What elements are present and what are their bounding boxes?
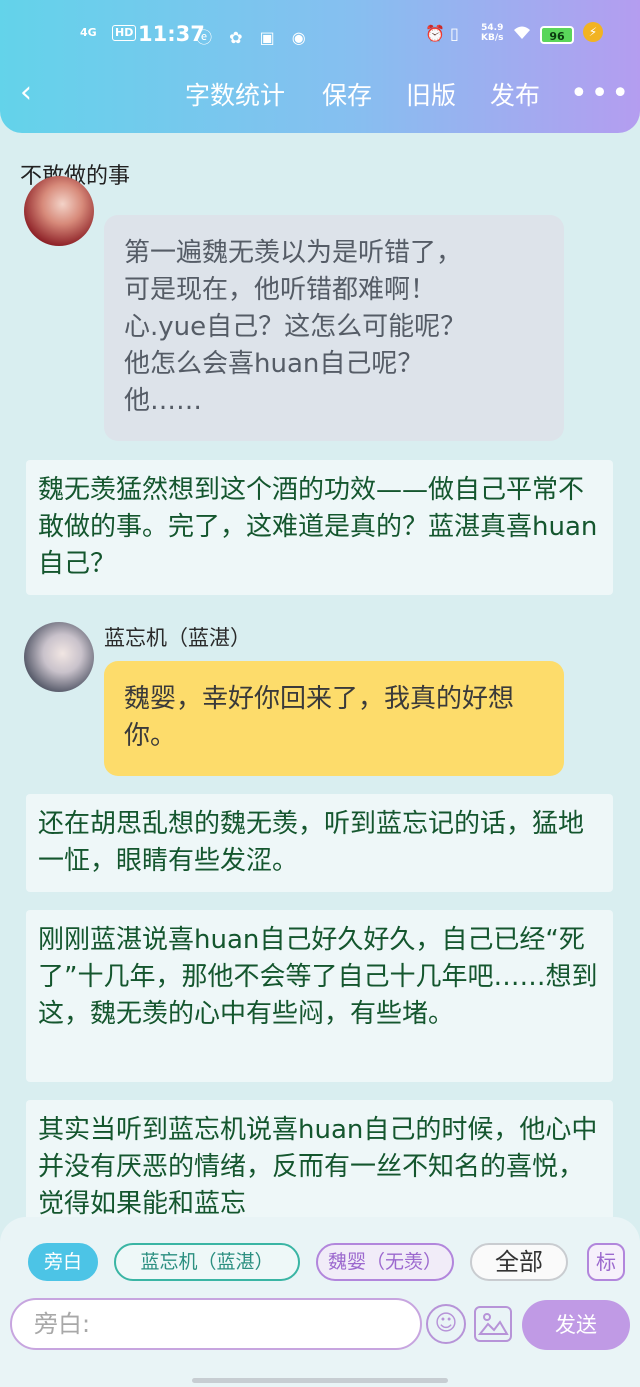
- narration-block[interactable]: 还在胡思乱想的魏无羡，听到蓝忘记的话，猛地一怔，眼睛有些发涩。: [26, 794, 613, 892]
- top-bar: 4G HD 11:37 ⓔ ✿ ▣ ◉ ⏰ ▯ 54.9 KB/s 96 ⚡ ‹…: [0, 0, 640, 133]
- more-icon[interactable]: •••: [570, 76, 632, 111]
- editor-toolbar: ‹ 字数统计 保存 旧版 发布 •••: [0, 72, 640, 126]
- dialogue-bubble-gray[interactable]: 第一遍魏无羡以为是听错了， 可是现在，他听错都难啊！ 心.yue自己？这怎么可能…: [104, 215, 564, 441]
- emoji-icon[interactable]: ☺: [426, 1304, 466, 1344]
- publish-button[interactable]: 发布: [490, 81, 540, 111]
- role-chip-narrator[interactable]: 旁白: [28, 1243, 98, 1281]
- network-indicator: 4G: [80, 26, 97, 39]
- network-speed: 54.9 KB/s: [481, 23, 503, 43]
- home-indicator[interactable]: [192, 1378, 448, 1383]
- network-speed-value: 54.9: [481, 23, 504, 33]
- battery-icon: 96: [540, 26, 574, 44]
- charging-icon: ⚡: [583, 22, 603, 42]
- role-chip-lanwangji[interactable]: 蓝忘机（蓝湛）: [114, 1243, 300, 1281]
- back-arrow-icon[interactable]: ‹: [20, 78, 32, 108]
- old-version-button[interactable]: 旧版: [406, 81, 456, 111]
- wifi-icon: [512, 24, 532, 44]
- status-bar: 4G HD 11:37 ⓔ ✿ ▣ ◉ ⏰ ▯ 54.9 KB/s 96 ⚡: [0, 20, 640, 52]
- narration-block[interactable]: 魏无羡猛然想到这个酒的功效——做自己平常不敢做的事。完了，这难道是真的？蓝湛真喜…: [26, 460, 613, 595]
- role-chip-weiying[interactable]: 魏婴（无羡）: [316, 1243, 454, 1281]
- speaker-name: 蓝忘机（蓝湛）: [104, 626, 251, 650]
- save-button[interactable]: 保存: [322, 81, 372, 111]
- message-input[interactable]: [10, 1298, 422, 1350]
- hd-badge: HD: [112, 25, 137, 41]
- image-icon[interactable]: [474, 1306, 512, 1342]
- notification-icons: ⓔ ✿ ▣ ◉: [196, 28, 312, 47]
- narration-block[interactable]: 刚刚蓝湛说喜huan自己好久好久，自己已经“死了”十几年，那他不会等了自己十几年…: [26, 910, 613, 1082]
- word-count-button[interactable]: 字数统计: [185, 81, 285, 111]
- avatar-weiying[interactable]: [24, 176, 94, 246]
- mark-button[interactable]: 标: [587, 1243, 625, 1281]
- avatar-lanwangji[interactable]: [24, 622, 94, 692]
- send-button[interactable]: 发送: [522, 1300, 630, 1350]
- status-time: 11:37: [138, 22, 205, 46]
- alarm-vibrate-icons: ⏰ ▯: [425, 24, 459, 43]
- role-chip-all[interactable]: 全部: [470, 1243, 568, 1281]
- dialogue-bubble-yellow[interactable]: 魏婴，幸好你回来了，我真的好想你。: [104, 661, 564, 776]
- network-speed-unit: KB/s: [481, 33, 504, 43]
